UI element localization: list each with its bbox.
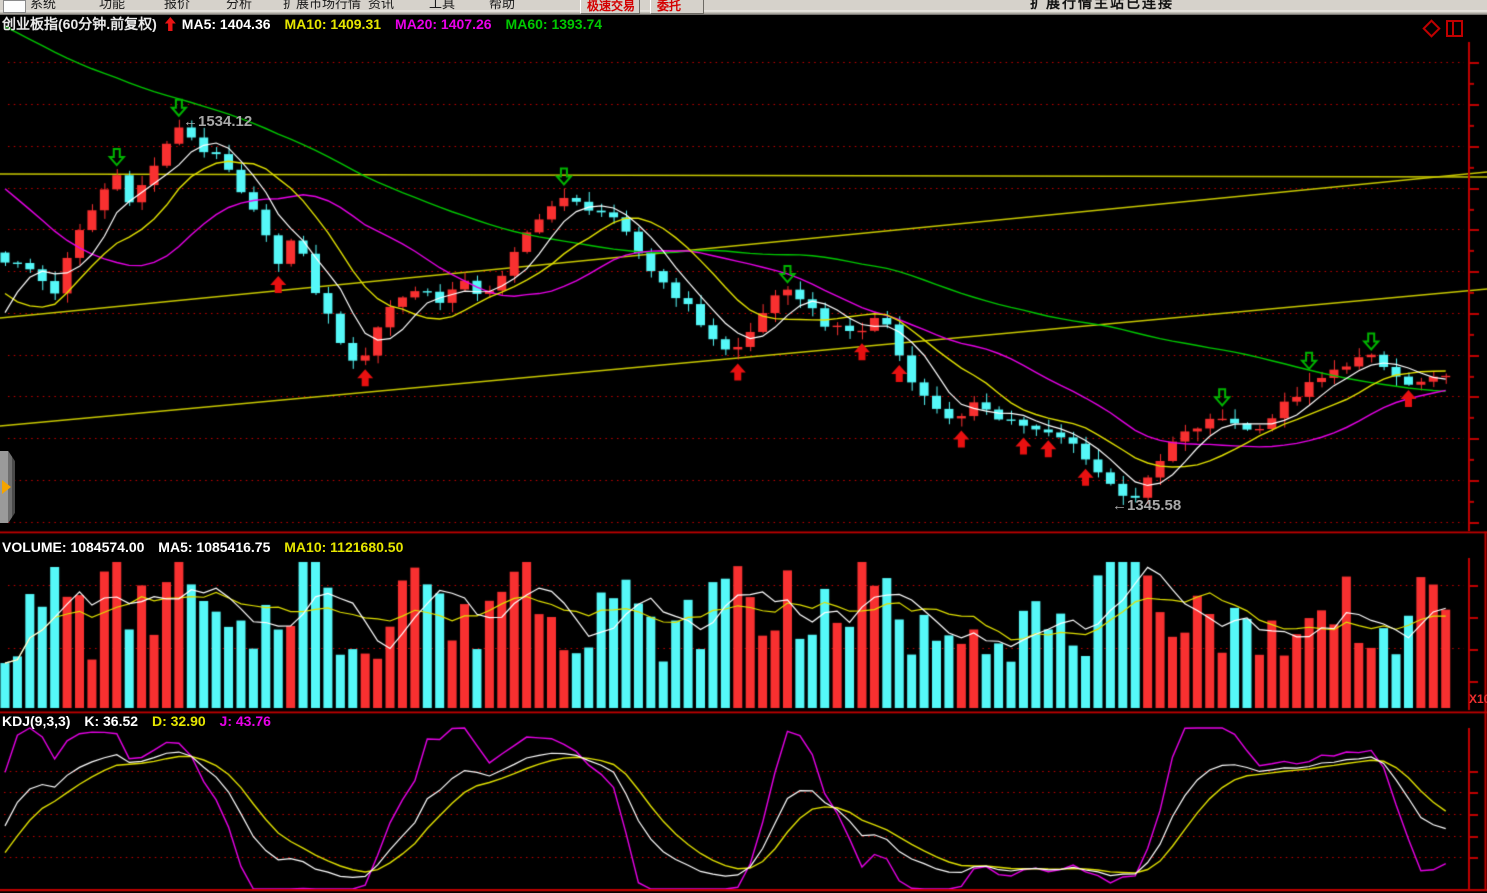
menu-system[interactable]: 系统 <box>30 0 56 12</box>
up-arrow-icon <box>165 17 176 31</box>
menu-quotes[interactable]: 报价 <box>164 0 190 12</box>
new-document-icon[interactable] <box>3 0 26 13</box>
connection-status-text: 扩展行情主站已连接 <box>1030 0 1174 13</box>
kdj-pane-header: KDJ(9,3,3) K: 36.52 D: 32.90 J: 43.76 <box>2 713 281 729</box>
split-layout-icon[interactable] <box>1446 20 1463 37</box>
volume-pane-header: VOLUME: 1084574.00 MA5: 1085416.75 MA10:… <box>2 539 413 555</box>
kdj-j-value: J: 43.76 <box>220 713 271 729</box>
period-low-label: ←1345.58 <box>1112 497 1181 514</box>
period-high-label: ←1534.12 <box>183 113 252 130</box>
order-button[interactable]: 委托 <box>650 0 704 14</box>
chart-header: 创业板指(60分钟.前复权) MA5: 1404.36 MA10: 1409.3… <box>0 15 1487 33</box>
menu-analysis[interactable]: 分析 <box>226 0 252 12</box>
volume-scale-multiplier: X10000 <box>1469 692 1487 707</box>
menubar: 系统 功能 报价 分析 扩展市场行情 资讯 工具 帮助 极速交易 委托 扩展行情… <box>0 0 1487 15</box>
ma5-value: MA5: 1404.36 <box>182 16 271 32</box>
volume-ma10-value: MA10: 1121680.50 <box>284 539 403 555</box>
trading-terminal: 系统 功能 报价 分析 扩展市场行情 资讯 工具 帮助 极速交易 委托 扩展行情… <box>0 0 1487 893</box>
instrument-title[interactable]: 创业板指(60分钟.前复权) <box>2 14 157 34</box>
ma10-value: MA10: 1409.31 <box>285 16 382 32</box>
sidebar-expand-handle[interactable] <box>0 451 15 523</box>
price-volume-kdj-chart-canvas[interactable] <box>0 0 1487 893</box>
ma60-value: MA60: 1393.74 <box>506 16 603 32</box>
fast-trade-button[interactable]: 极速交易 <box>580 0 640 14</box>
menu-function[interactable]: 功能 <box>99 0 125 12</box>
expand-arrow-icon <box>2 480 11 494</box>
menu-tools[interactable]: 工具 <box>429 0 455 12</box>
menu-news[interactable]: 资讯 <box>368 0 394 12</box>
menu-extended-market[interactable]: 扩展市场行情 <box>283 0 361 12</box>
menu-help[interactable]: 帮助 <box>489 0 515 12</box>
kdj-label: KDJ(9,3,3) <box>2 713 70 729</box>
volume-ma5-value: MA5: 1085416.75 <box>158 539 270 555</box>
kdj-d-value: D: 32.90 <box>152 713 206 729</box>
volume-value: VOLUME: 1084574.00 <box>2 539 144 555</box>
ma20-value: MA20: 1407.26 <box>395 16 492 32</box>
kdj-k-value: K: 36.52 <box>84 713 138 729</box>
